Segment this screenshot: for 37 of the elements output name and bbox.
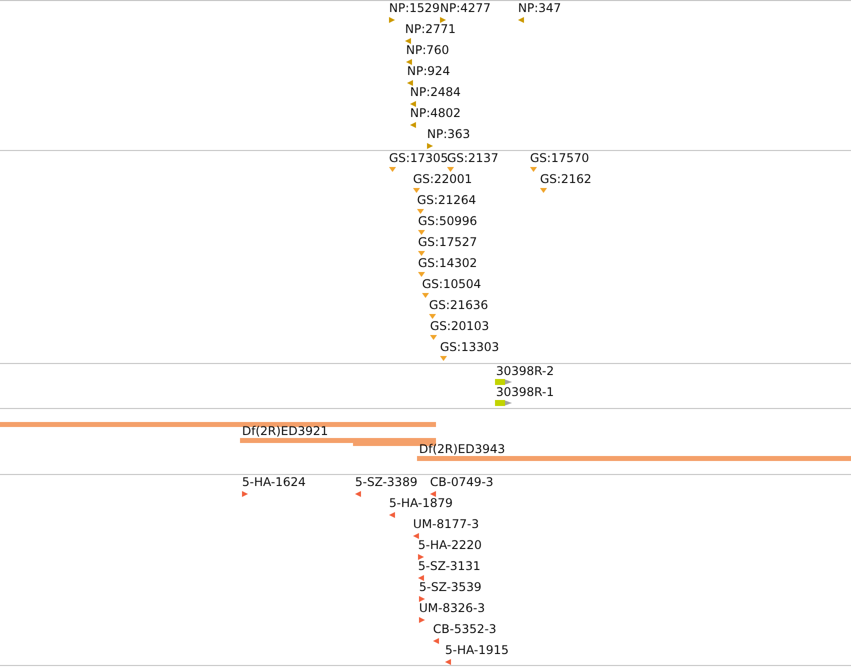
feature-label: GS:14302 — [418, 256, 478, 270]
feature-label: GS:10504 — [422, 277, 482, 291]
feature-label: 5-SZ-3539 — [419, 580, 482, 594]
feature-label: 5-SZ-3131 — [418, 559, 480, 573]
feature-label: UM-8326-3 — [419, 601, 485, 615]
feature-label: GS:17305 — [389, 151, 448, 165]
feature-label: GS:17570 — [530, 151, 590, 165]
feature-label: GS:21636 — [429, 298, 488, 312]
feature-label: CB-5352-3 — [433, 622, 496, 636]
feature-label: 5-HA-2220 — [418, 538, 482, 552]
feature-label: NP:4802 — [410, 106, 461, 120]
feature-label: GS:13303 — [440, 340, 500, 354]
feature-label: NP:2771 — [405, 22, 456, 36]
feature-label: CB-0749-3 — [430, 475, 494, 489]
feature-label: NP:760 — [406, 43, 450, 57]
feature-label: NP:1529 — [389, 1, 440, 15]
feature-label: NP:2484 — [410, 85, 461, 99]
feature-label: 30398R-1 — [495, 385, 554, 399]
feature-label: GS:22001 — [413, 172, 472, 186]
feature-label: GS:2137 — [447, 151, 498, 165]
feature-label: Df(2R)ED3943 — [418, 442, 506, 456]
feature-label: GS:17527 — [418, 235, 478, 249]
feature-label: GS:20103 — [430, 319, 490, 333]
feature-label: NP:347 — [518, 1, 562, 15]
feature-label: GS:21264 — [417, 193, 476, 207]
feature-label: 5-HA-1879 — [389, 496, 453, 510]
feature-label: NP:4277 — [440, 1, 491, 15]
feature-label: 5-HA-1915 — [445, 643, 509, 657]
feature-label: GS:50996 — [418, 214, 478, 228]
feature-label: GS:2162 — [540, 172, 592, 186]
feature-label: NP:924 — [407, 64, 450, 78]
feature-label: 5-SZ-3389 — [355, 475, 418, 489]
feature-label: Df(2R)ED3921 — [241, 424, 328, 438]
feature-label: NP:363 — [427, 127, 470, 141]
feature-label: UM-8177-3 — [413, 517, 479, 531]
feature-label: 30398R-2 — [495, 364, 554, 378]
feature-label: 5-HA-1624 — [242, 475, 306, 489]
